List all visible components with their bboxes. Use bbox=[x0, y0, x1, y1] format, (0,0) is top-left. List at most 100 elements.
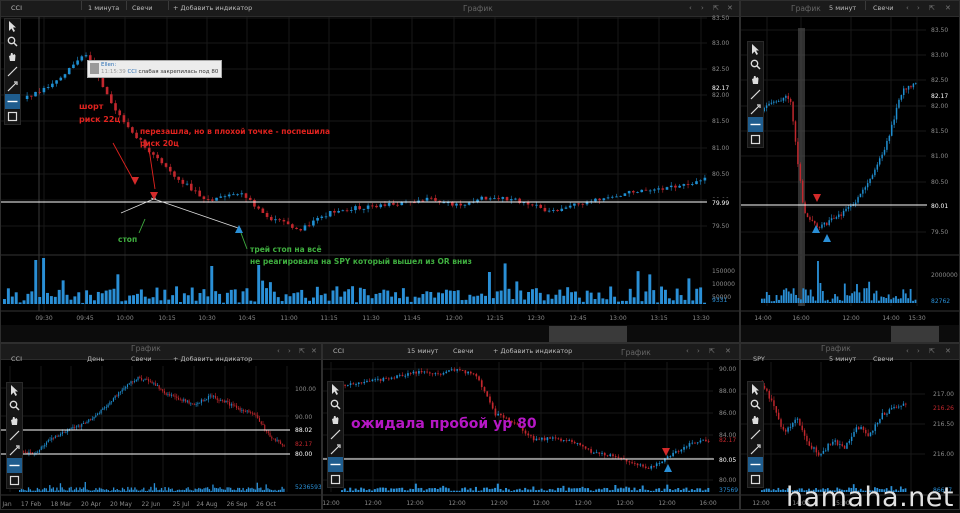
candle-body bbox=[202, 399, 204, 402]
volume-bar bbox=[566, 287, 570, 304]
horizontal-line-tool-button[interactable] bbox=[328, 457, 343, 472]
volume-bar bbox=[347, 289, 351, 304]
candle-body bbox=[23, 451, 25, 453]
candle-body bbox=[857, 197, 859, 203]
volume-axis-label: 100000 bbox=[712, 281, 735, 288]
volume-bar bbox=[444, 487, 447, 492]
pen-tool-button[interactable] bbox=[7, 443, 22, 458]
horizontal-line-tool-button[interactable] bbox=[748, 117, 763, 132]
volume-bar bbox=[433, 297, 437, 304]
candle-body bbox=[818, 227, 821, 228]
candle-body bbox=[183, 399, 185, 401]
pen-tool-button[interactable] bbox=[5, 79, 20, 94]
cursor-tool-button[interactable] bbox=[328, 382, 343, 397]
volume-bar bbox=[217, 488, 219, 492]
candle-body bbox=[333, 210, 336, 213]
candle-body bbox=[437, 373, 439, 375]
volume-bar bbox=[73, 296, 77, 304]
volume-bar bbox=[166, 490, 168, 492]
candle-body bbox=[194, 190, 197, 192]
volume-bar bbox=[669, 488, 672, 492]
volume-bar bbox=[14, 292, 18, 304]
time-axis-label: 12:00 bbox=[532, 500, 549, 507]
candle-body bbox=[425, 197, 429, 201]
horizontal-line-tool-button[interactable] bbox=[5, 94, 20, 109]
candle-body bbox=[636, 463, 639, 466]
candle-body bbox=[830, 218, 833, 221]
hand-tool-button[interactable] bbox=[748, 412, 763, 427]
volume-bar bbox=[280, 301, 284, 304]
zoom-tool-button[interactable] bbox=[748, 57, 763, 72]
square-tool-button[interactable] bbox=[7, 473, 22, 488]
daily-price-chart[interactable]: 100.00 90.00 88.02 82.17 80.00 5236593 Jan 17 F… bbox=[1, 344, 322, 510]
cursor-tool-button[interactable] bbox=[5, 19, 20, 34]
zoom-tool-button[interactable] bbox=[328, 397, 343, 412]
line-tool-tool-button[interactable] bbox=[5, 64, 20, 79]
square-tool-button[interactable] bbox=[748, 132, 763, 147]
pen-tool-button[interactable] bbox=[748, 442, 763, 457]
volume-bar bbox=[46, 292, 49, 304]
line-tool-tool-button[interactable] bbox=[328, 427, 343, 442]
zoom-tool-button[interactable] bbox=[748, 397, 763, 412]
volume-bar bbox=[597, 292, 601, 304]
volume-bar bbox=[191, 490, 193, 492]
candle-body bbox=[119, 391, 121, 393]
candle-body bbox=[126, 122, 130, 128]
candle-body bbox=[360, 382, 363, 384]
volume-bar bbox=[897, 298, 900, 303]
volume-bar bbox=[171, 295, 175, 304]
volume-bar bbox=[441, 293, 444, 304]
horizontal-line-tool-button[interactable] bbox=[7, 458, 22, 473]
top-right-price-chart[interactable]: 83.5083.0082.5082.0081.5081.0080.5080.00… bbox=[741, 1, 960, 343]
hand-tool-button[interactable] bbox=[328, 412, 343, 427]
volume-bar bbox=[241, 291, 245, 304]
volume-bar bbox=[233, 489, 235, 492]
volume-bar bbox=[100, 488, 102, 492]
time-axis-label: 24 Aug bbox=[196, 501, 217, 508]
line-tool-tool-button[interactable] bbox=[748, 87, 763, 102]
pen-tool-button[interactable] bbox=[328, 442, 343, 457]
line-tool-tool-button[interactable] bbox=[748, 427, 763, 442]
volume-bar bbox=[824, 300, 827, 303]
zoom-icon bbox=[750, 399, 761, 410]
candle-body bbox=[865, 429, 867, 434]
square-tool-button[interactable] bbox=[328, 472, 343, 487]
main-price-chart[interactable]: 83.5083.0082.5082.0081.5081.0080.5080.00… bbox=[1, 1, 740, 343]
candle-body bbox=[832, 441, 834, 445]
square-tool-button[interactable] bbox=[5, 109, 20, 124]
volume-bar bbox=[281, 486, 283, 492]
volume-bar bbox=[272, 490, 274, 492]
zoom-tool-button[interactable] bbox=[7, 398, 22, 413]
candle-body bbox=[250, 412, 252, 413]
hand-tool-button[interactable] bbox=[7, 413, 22, 428]
cursor-tool-button[interactable] bbox=[7, 383, 22, 398]
pen-tool-button[interactable] bbox=[748, 102, 763, 117]
candle-body bbox=[261, 208, 265, 213]
line-tool-tool-button[interactable] bbox=[7, 428, 22, 443]
volume-bar bbox=[245, 288, 249, 304]
line-tool-icon bbox=[7, 66, 18, 77]
volume-bar bbox=[428, 488, 431, 492]
candle-body bbox=[38, 91, 42, 93]
horizontal-line-tool-button[interactable] bbox=[748, 457, 763, 472]
cursor-tool-button[interactable] bbox=[748, 382, 763, 397]
volume-bar bbox=[412, 489, 415, 492]
candle-body bbox=[489, 396, 491, 403]
square-tool-button[interactable] bbox=[748, 472, 763, 487]
volume-bar bbox=[527, 292, 531, 304]
volume-bar bbox=[206, 296, 210, 304]
volume-bar bbox=[331, 290, 335, 304]
hand-tool-button[interactable] bbox=[5, 49, 20, 64]
candle-body bbox=[792, 423, 794, 427]
candle-body bbox=[30, 452, 32, 453]
volume-bar bbox=[169, 489, 172, 492]
candle-body bbox=[579, 443, 582, 446]
volume-bar bbox=[373, 489, 376, 492]
candle-body bbox=[568, 205, 572, 208]
hand-tool-button[interactable] bbox=[748, 72, 763, 87]
cursor-tool-button[interactable] bbox=[748, 42, 763, 57]
candle-body bbox=[144, 378, 146, 380]
volume-bar bbox=[677, 488, 680, 492]
time-axis-label: 12:00 bbox=[364, 500, 381, 507]
zoom-tool-button[interactable] bbox=[5, 34, 20, 49]
